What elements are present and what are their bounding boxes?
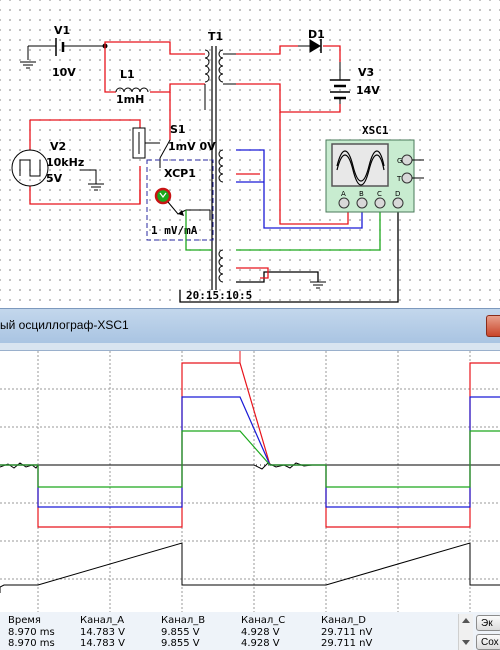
readout-header-d: Канал_D: [321, 615, 366, 626]
v1-value: 10V: [52, 66, 76, 79]
l1-label: L1: [120, 68, 135, 81]
l1-value: 1mH: [116, 93, 144, 106]
readout-row2-time: 8.970 ms: [8, 638, 55, 649]
readout-row1-time: 8.970 ms: [8, 627, 55, 638]
readout-row1-d: 29.711 nV: [321, 627, 373, 638]
v3-value: 14V: [356, 84, 380, 97]
xsc1-terminal-t: T: [396, 175, 402, 183]
v3-label: V3: [358, 66, 374, 79]
circuit-diagram: V1 10V L1 1mH T1 20:15:10:5 D1 V3 14V V2…: [11, 24, 424, 303]
xsc1-terminal-g: G: [397, 157, 402, 165]
xsc1-terminal-c: C: [377, 190, 382, 198]
window-title: ый осциллограф-XSC1: [0, 318, 129, 332]
trace-ramp: [0, 542, 500, 593]
export-button[interactable]: Эк: [476, 615, 500, 631]
s1-switch[interactable]: [132, 127, 171, 168]
xcp1-value: 1 mV/mA: [151, 224, 198, 237]
measurement-readout: Время Канал_A Канал_B Канал_C Канал_D 8.…: [0, 612, 500, 650]
oscilloscope-screen[interactable]: [0, 350, 500, 613]
readout-row1-a: 14.783 V: [80, 627, 126, 638]
window-titlebar[interactable]: ый осциллограф-XSC1: [0, 308, 500, 343]
xsc1-label: XSC1: [362, 124, 389, 137]
v2-label: V2: [50, 140, 66, 153]
trace-channel-b: [0, 396, 500, 508]
s1-value: 1mV 0V: [168, 140, 216, 153]
trace-channel-a: [0, 362, 500, 528]
xcp1-label: XCP1: [164, 167, 196, 180]
xsc1-terminal-b: B: [359, 190, 364, 198]
readout-header-b: Канал_B: [161, 615, 206, 626]
readout-header-a: Канал_A: [80, 615, 125, 626]
v1-label: V1: [54, 24, 70, 37]
t1-label: T1: [208, 30, 223, 43]
oscilloscope-window[interactable]: ый осциллограф-XSC1 Время Канал_A Канал_…: [0, 308, 500, 650]
readout-row2-d: 29.711 nV: [321, 638, 373, 649]
readout-row2-a: 14.783 V: [80, 638, 126, 649]
v1-battery[interactable]: [27, 38, 108, 60]
schematic-canvas[interactable]: V1 10V L1 1mH T1 20:15:10:5 D1 V3 14V V2…: [0, 0, 500, 308]
d1-label: D1: [308, 28, 325, 41]
readout-row2-b: 9.855 V: [161, 638, 200, 649]
v2-value: 5V: [46, 172, 63, 185]
l1-inductor[interactable]: [115, 87, 149, 93]
ground-symbol-secondary: [310, 281, 326, 289]
s1-label: S1: [170, 123, 186, 136]
readout-header-c: Канал_C: [241, 615, 286, 626]
v2-pulse-source[interactable]: [11, 149, 49, 187]
v2-frequency: 10kHz: [46, 156, 84, 169]
d1-diode[interactable]: [298, 39, 322, 53]
v3-battery[interactable]: [330, 62, 350, 104]
t1-transformer[interactable]: [204, 46, 236, 290]
save-button[interactable]: Сох: [476, 634, 500, 650]
scroll-up-icon[interactable]: [462, 618, 470, 623]
readout-scrollbar[interactable]: [458, 614, 473, 650]
oscilloscope-graticule: [0, 351, 500, 613]
ground-symbol-v2: [80, 169, 104, 191]
scroll-down-icon[interactable]: [462, 640, 470, 645]
close-button[interactable]: [486, 315, 500, 337]
xsc1-oscilloscope[interactable]: [325, 139, 424, 213]
xsc1-terminal-d: D: [395, 190, 400, 198]
ground-symbol-v1: [20, 61, 36, 69]
readout-header-time: Время: [8, 615, 41, 626]
readout-row1-b: 9.855 V: [161, 627, 200, 638]
red-wires: [29, 41, 349, 225]
t1-turns-ratio: 20:15:10:5: [186, 289, 252, 302]
readout-row1-c: 4.928 V: [241, 627, 280, 638]
trace-channel-c: [0, 430, 500, 488]
xsc1-terminal-a: A: [341, 190, 346, 198]
readout-row2-c: 4.928 V: [241, 638, 280, 649]
trace-channel-d: [0, 462, 500, 470]
